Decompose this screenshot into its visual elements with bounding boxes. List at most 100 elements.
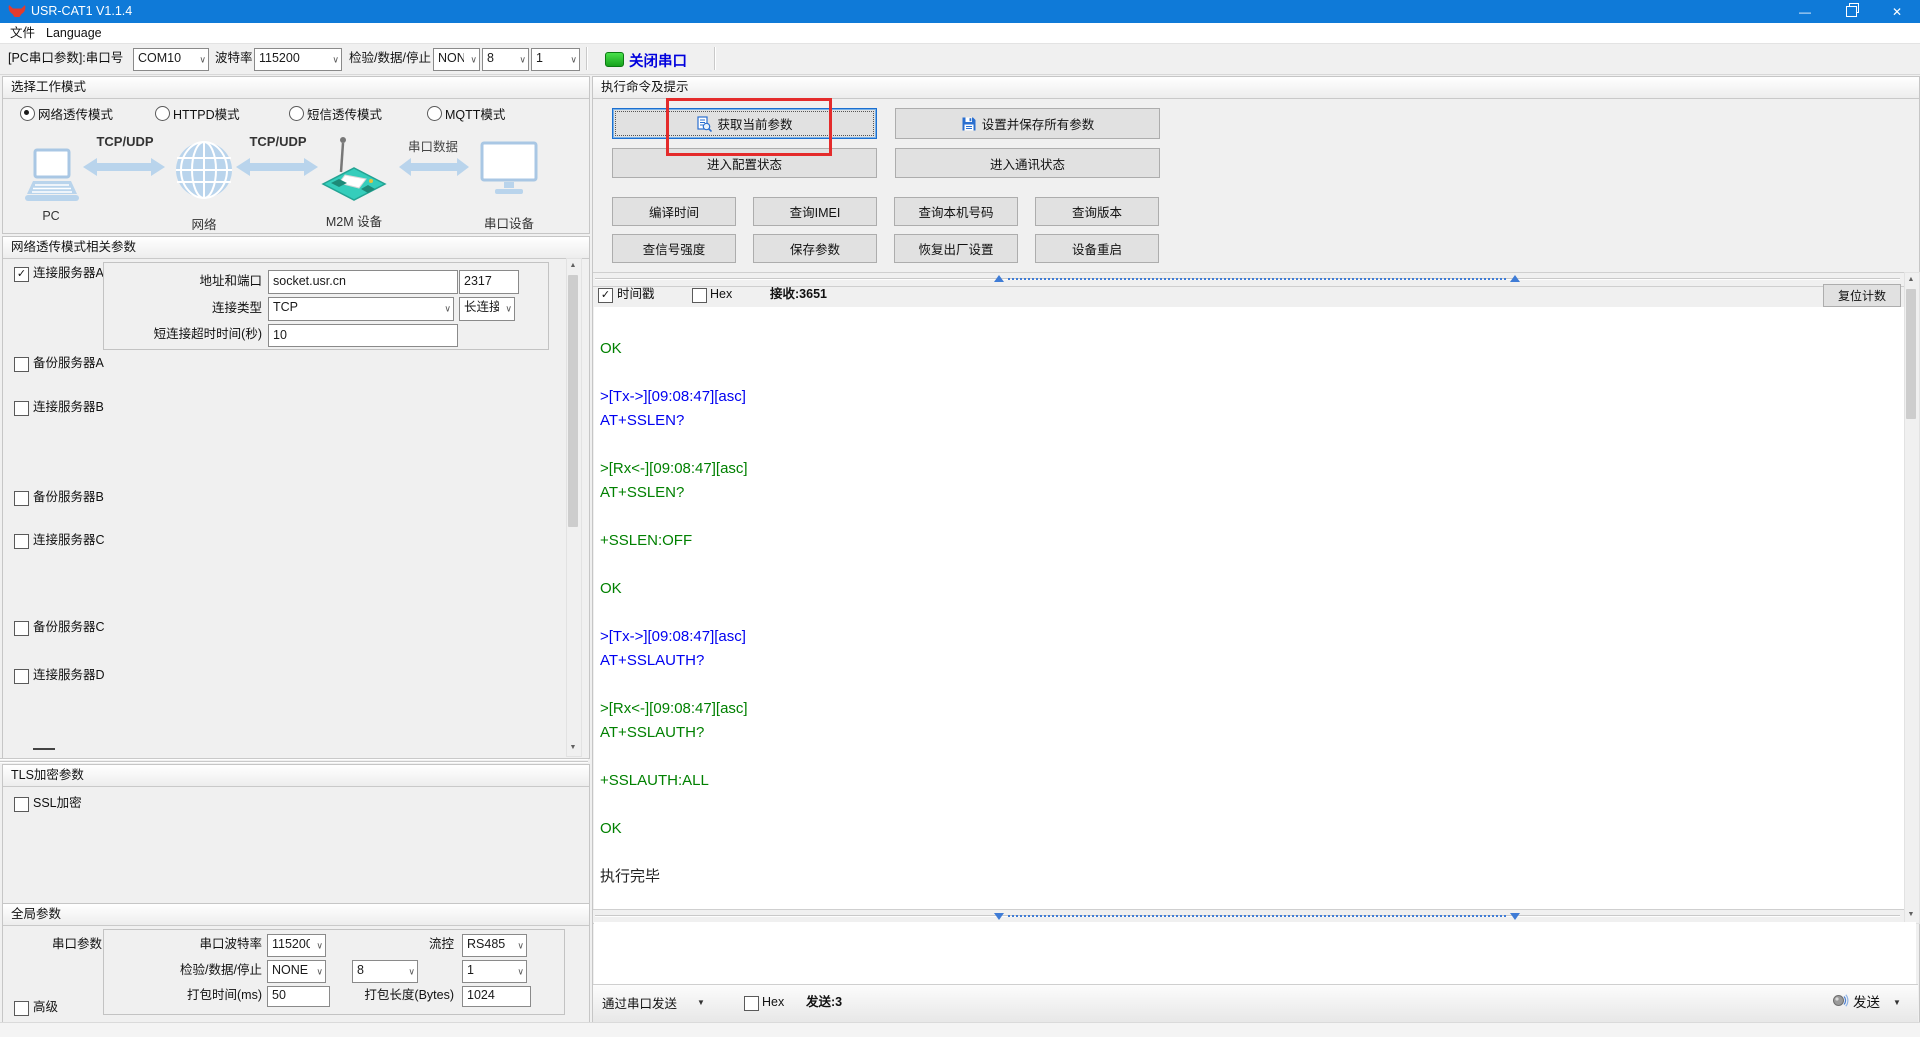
conn-type-label: 连接类型 [104,297,262,319]
compile-time-button[interactable]: 编译时间 [612,197,736,226]
splitter-grip[interactable] [1008,915,1506,917]
com-port-select[interactable]: COM10 ∨ [133,48,209,71]
server-a-checkbox[interactable]: ✓ [14,267,29,282]
scroll-down-icon: ▼ [570,744,577,751]
query-version-button[interactable]: 查询版本 [1035,197,1159,226]
menu-language[interactable]: Language [40,23,108,43]
baud-select[interactable]: 115200 ∨ [254,48,342,71]
collapsed-item-dash [33,748,55,750]
scroll-up-icon: ▲ [1908,276,1915,283]
close-port-button[interactable]: 关闭串口 [629,50,687,71]
short-conn-timeout-label: 短连接超时时间(秒) [104,324,262,345]
scrollbar-down-button[interactable]: ▼ [1905,908,1917,921]
global-stopbits-select[interactable]: 1 ∨ [462,960,527,983]
chevron-down-icon: ∨ [444,303,451,314]
serial-device-monitor-icon [480,141,538,197]
radio-mqtt-mode[interactable] [427,106,442,121]
collapse-arrow-icon[interactable] [994,913,1004,920]
server-c-checkbox[interactable] [14,534,29,549]
backup-b-checkbox[interactable] [14,491,29,506]
recv-hex-label: Hex [710,286,732,302]
databits-select[interactable]: 8 ∨ [482,48,529,71]
send-sound-icon [1832,992,1849,1012]
backup-a-label: 备份服务器A [33,355,104,371]
save-params-button[interactable]: 保存参数 [753,234,877,263]
scrollbar-thumb[interactable] [568,275,578,527]
send-via-dropdown[interactable]: 通过串口发送 [602,994,677,1014]
chevron-down-icon: ∨ [517,940,524,951]
scrollbar-up-button[interactable]: ▲ [567,259,579,272]
scrollbar-thumb[interactable] [1906,289,1916,419]
ssl-checkbox[interactable] [14,797,29,812]
annotation-highlight-box [666,98,832,156]
toolbar-separator [586,47,588,70]
link-label-pc-net: TCP/UDP [85,134,165,149]
server-a-address-input[interactable]: socket.usr.cn [268,270,458,294]
query-signal-button[interactable]: 查信号强度 [612,234,736,263]
backup-a-checkbox[interactable] [14,357,29,372]
radio-net-passthrough-mode[interactable] [20,106,35,121]
send-button[interactable]: 发送 [1853,993,1880,1013]
recv-hex-checkbox[interactable] [692,288,707,303]
console-scrollbar[interactable]: ▲ ▼ [1904,272,1920,924]
stopbits-select[interactable]: 1 ∨ [531,48,580,71]
save-floppy-icon [961,116,977,132]
chevron-down-icon: ∨ [519,54,526,65]
log-line: AT+SSLEN? [600,481,1900,505]
device-restart-button[interactable]: 设备重启 [1035,234,1159,263]
enter-comm-button[interactable]: 进入通讯状态 [895,148,1160,178]
collapse-arrow-icon[interactable] [1510,913,1520,920]
global-databits-select[interactable]: 8 ∨ [352,960,418,983]
advanced-checkbox[interactable] [14,1001,29,1016]
backup-c-checkbox[interactable] [14,621,29,636]
pack-time-input[interactable]: 50 [267,986,330,1007]
pack-len-input[interactable]: 1024 [462,986,531,1007]
factory-reset-button[interactable]: 恢复出厂设置 [894,234,1018,263]
netparams-title: 网络透传模式相关参数 [3,237,589,259]
global-baud-select[interactable]: 115200 ∨ [267,934,326,957]
scroll-up-icon: ▲ [570,262,577,269]
console-top-splitter[interactable] [593,272,1904,287]
server-a-port-input[interactable]: 2317 [459,270,519,294]
collapse-arrow-icon[interactable] [1510,275,1520,282]
timestamp-checkbox[interactable]: ✓ [598,288,613,303]
server-d-checkbox[interactable] [14,669,29,684]
send-hex-checkbox[interactable] [744,996,759,1011]
conn-type-select[interactable]: TCP ∨ [268,297,454,321]
restore-button[interactable] [1828,0,1874,23]
query-phone-number-button[interactable]: 查询本机号码 [894,197,1018,226]
netparams-scrollbar[interactable]: ▲ ▼ [566,258,582,757]
serial-group-label: 串口参数 [52,934,102,955]
set-save-params-button[interactable]: 设置并保存所有参数 [895,108,1160,139]
radio-sms-passthrough-mode[interactable] [289,106,304,121]
close-button[interactable]: ✕ [1874,0,1920,23]
scrollbar-up-button[interactable]: ▲ [1905,273,1917,286]
log-line: OK [600,817,1900,841]
menu-file[interactable]: 文件 [4,23,41,43]
query-imei-button[interactable]: 查询IMEI [753,197,877,226]
splitter-grip[interactable] [1008,278,1506,280]
radio-httpd-mode[interactable] [155,106,170,121]
flow-select[interactable]: RS485 ∨ [462,934,527,957]
send-bar: 通过串口发送 ▼ Hex 发送:3 发送 ▼ [593,984,1918,1023]
keepalive-select[interactable]: 长连接 ∨ [459,297,515,321]
pack-len-label: 打包长度(Bytes) [330,986,454,1005]
reset-counter-button[interactable]: 复位计数 [1823,284,1901,307]
parity-select[interactable]: NONE ∨ [433,48,480,71]
radio-label-sms: 短信透传模式 [307,104,382,123]
log-line: OK [600,577,1900,601]
server-c-label: 连接服务器C [33,532,105,548]
minimize-button[interactable]: — [1782,0,1828,23]
global-parity-select[interactable]: NONE ∨ [267,960,326,983]
pack-time-label: 打包时间(ms) [104,986,262,1005]
server-b-checkbox[interactable] [14,401,29,416]
short-conn-timeout-input[interactable]: 10 [268,324,458,347]
double-arrow-icon [83,157,165,177]
m2m-device-icon [321,134,387,206]
toolbar: [PC串口参数]:串口号 COM10 ∨ 波特率 115200 ∨ 检验/数据/… [0,43,1920,75]
scrollbar-down-button[interactable]: ▼ [567,741,579,754]
collapse-arrow-icon[interactable] [994,275,1004,282]
flow-label: 流控 [389,934,454,955]
receive-console[interactable]: OK >[Tx->][09:08:47][asc] AT+SSLEN? >[Rx… [594,307,1904,909]
send-textarea[interactable] [594,922,1916,984]
